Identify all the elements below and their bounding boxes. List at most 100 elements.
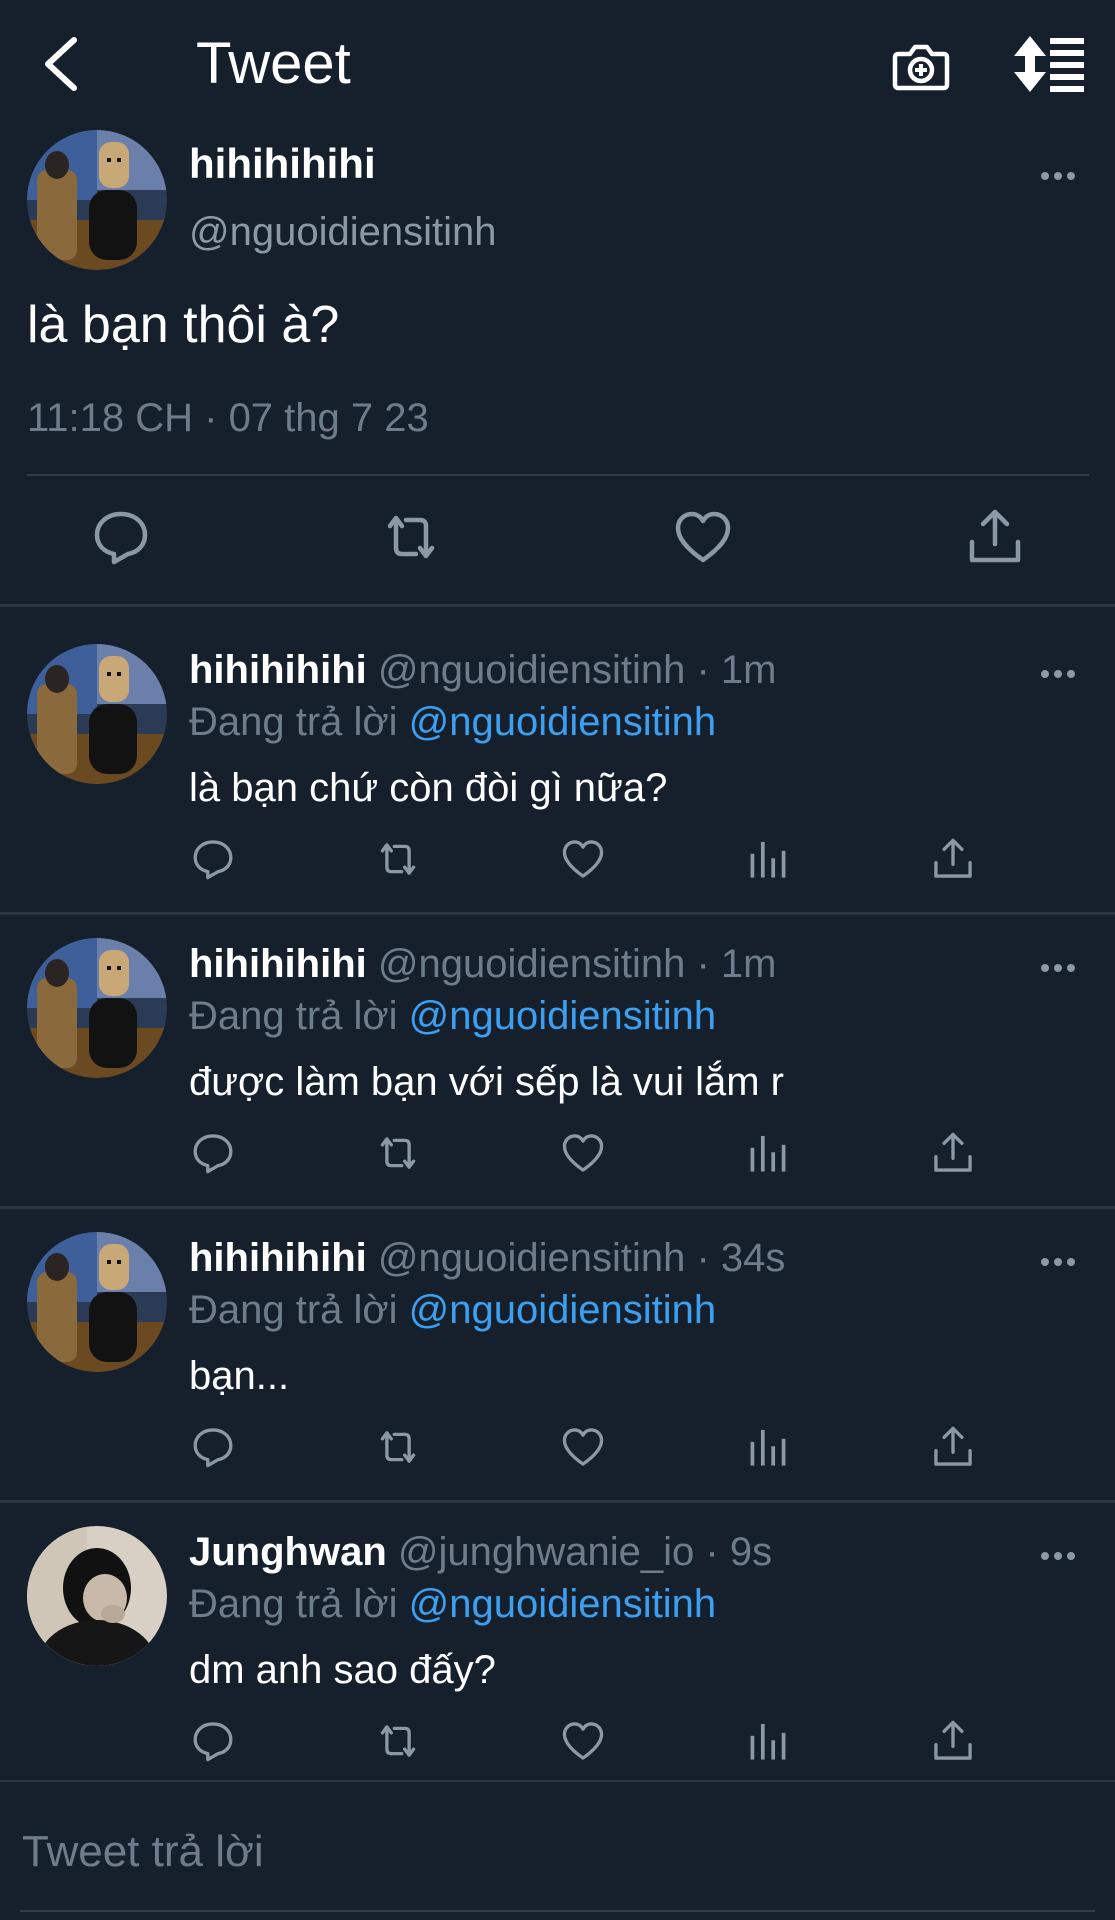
replying-to-prefix: Đang trả lời [189,700,398,744]
like-button[interactable] [560,1718,606,1764]
analytics-button[interactable] [745,1130,791,1176]
sort-button[interactable] [1014,36,1086,92]
replying-to-prefix: Đang trả lời [189,994,398,1038]
reply-button[interactable] [90,506,152,568]
retweet-icon [380,1431,416,1463]
retweet-button[interactable] [375,1424,421,1470]
mention-link[interactable]: @nguoidiensitinh [409,1288,716,1332]
avatar[interactable] [27,1232,167,1372]
reply-composer [0,1780,1115,1920]
share-icon [934,1426,972,1466]
retweet-button[interactable] [380,506,442,568]
share-button[interactable] [930,1718,976,1764]
retweet-icon [380,843,416,875]
retweet-icon [387,515,435,559]
tweet-detail-screen: Tweet hihihihihi @nguoidiensitinh là bạn… [0,0,1115,1920]
reply-icon [193,1134,233,1174]
page-title: Tweet [196,31,351,96]
sort-icon [1014,36,1084,92]
share-button[interactable] [930,836,976,882]
camera-button[interactable] [892,36,950,94]
reply-header: hihihihihi @nguoidiensitinh · 1m [189,942,776,987]
more-options-button[interactable] [1040,170,1076,182]
avatar[interactable] [27,644,167,784]
reply-text: được làm bạn với sếp là vui lắm r [189,1060,784,1104]
share-button[interactable] [930,1130,976,1176]
like-button[interactable] [672,506,734,568]
analytics-icon [750,1135,786,1172]
analytics-icon [750,1723,786,1760]
avatar[interactable] [27,1526,167,1666]
avatar[interactable] [27,938,167,1078]
reply-button[interactable] [190,836,236,882]
author-name[interactable]: hihihihihi [189,942,367,986]
mention-link[interactable]: @nguoidiensitinh [409,994,716,1038]
heart-icon [562,840,604,878]
author-handle[interactable]: @nguoidiensitinh [378,648,685,692]
share-button[interactable] [964,506,1026,568]
avatar-photo [27,1526,167,1666]
more-icon [1041,670,1075,678]
share-icon [934,1720,972,1760]
reply-button[interactable] [190,1424,236,1470]
author-handle[interactable]: @nguoidiensitinh [189,210,496,255]
replying-to: Đang trả lời @nguoidiensitinh [189,700,716,745]
reply-header: Junghwan @junghwanie_io · 9s [189,1530,772,1575]
retweet-icon [380,1137,416,1169]
like-button[interactable] [560,1130,606,1176]
divider [20,1910,1095,1912]
mention-link[interactable]: @nguoidiensitinh [409,700,716,744]
author-name[interactable]: Junghwan [189,1530,387,1574]
reply-button[interactable] [190,1130,236,1176]
reply-actions [0,1424,1115,1474]
reply-input[interactable] [22,1812,1092,1892]
chevron-left-icon [45,37,77,91]
author-name[interactable]: hihihihihi [189,1236,367,1280]
like-button[interactable] [560,1424,606,1470]
retweet-button[interactable] [375,1718,421,1764]
analytics-button[interactable] [745,1424,791,1470]
more-icon [1041,1258,1075,1266]
like-button[interactable] [560,836,606,882]
author-name[interactable]: hihihihihi [189,140,376,188]
replying-to-prefix: Đang trả lời [189,1288,398,1332]
analytics-icon [750,1429,786,1466]
avatar-photo [27,938,167,1078]
reply-text: bạn... [189,1354,290,1398]
analytics-button[interactable] [745,1718,791,1764]
back-button[interactable] [36,34,86,94]
mention-link[interactable]: @nguoidiensitinh [409,1582,716,1626]
retweet-button[interactable] [375,836,421,882]
share-button[interactable] [930,1424,976,1470]
divider [27,474,1089,476]
more-options-button[interactable] [1040,1550,1076,1562]
author-name[interactable]: hihihihihi [189,648,367,692]
reply-button[interactable] [190,1718,236,1764]
author-handle[interactable]: @nguoidiensitinh [378,942,685,986]
reply-header: hihihihihi @nguoidiensitinh · 34s [189,1236,785,1281]
more-options-button[interactable] [1040,668,1076,680]
share-icon [969,509,1021,563]
reply-tweet[interactable]: Junghwan @junghwanie_io · 9s Đang trả lờ… [0,1488,1115,1780]
reply-icon [193,1722,233,1762]
reply-tweet[interactable]: hihihihihi @nguoidiensitinh · 1m Đang tr… [0,900,1115,1192]
tweet-timestamp: 11:18 CH · 07 thg 7 23 [27,396,429,440]
author-handle[interactable]: @junghwanie_io [398,1530,694,1574]
reply-time: · 9s [705,1530,773,1574]
reply-tweet[interactable]: hihihihihi @nguoidiensitinh · 1m Đang tr… [0,606,1115,898]
reply-tweet[interactable]: hihihihihi @nguoidiensitinh · 34s Đang t… [0,1194,1115,1486]
author-handle[interactable]: @nguoidiensitinh [378,1236,685,1280]
reply-actions [0,1130,1115,1180]
more-options-button[interactable] [1040,1256,1076,1268]
tweet-actions [0,500,1115,580]
reply-icon [193,1428,233,1468]
avatar[interactable] [27,130,167,270]
more-icon [1041,172,1075,180]
analytics-button[interactable] [745,836,791,882]
heart-icon [562,1428,604,1466]
more-options-button[interactable] [1040,962,1076,974]
reply-icon [193,840,233,880]
retweet-button[interactable] [375,1130,421,1176]
avatar-photo [27,130,167,270]
reply-time: · 1m [696,942,777,986]
